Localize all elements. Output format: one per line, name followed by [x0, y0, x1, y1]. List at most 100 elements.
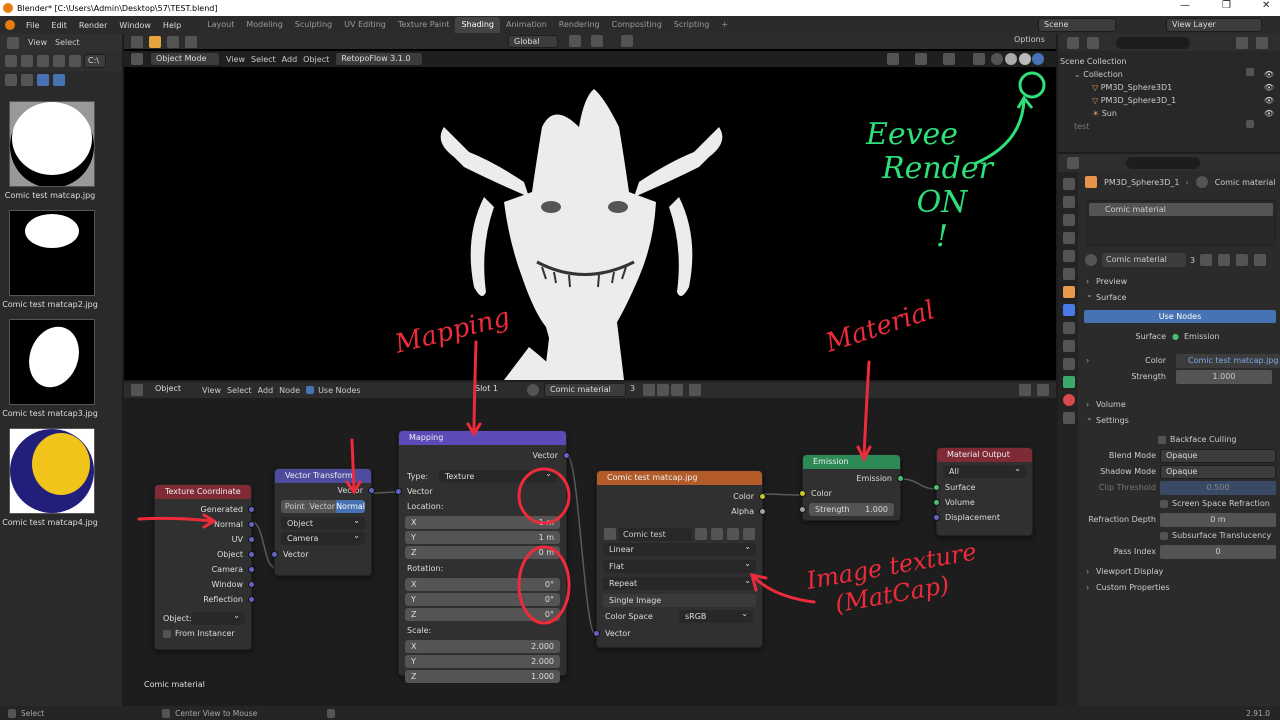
tab-animation[interactable]: Animation	[500, 17, 553, 33]
material-browse-icon[interactable]	[1085, 254, 1097, 266]
minimize-icon[interactable]: —	[1180, 0, 1190, 11]
surface-shader-field[interactable]: Emission	[1184, 329, 1220, 345]
tab-rendering[interactable]: Rendering	[553, 17, 606, 33]
outliner-item-collection[interactable]: ⌄ Collection 👁	[1060, 68, 1280, 81]
backface-culling-checkbox[interactable]	[1158, 435, 1166, 444]
tab-layout[interactable]: Layout	[201, 17, 240, 33]
scene-tab-icon[interactable]	[1063, 250, 1075, 262]
blender-menu-icon[interactable]	[5, 20, 15, 30]
vp-menu-select[interactable]: Select	[251, 55, 276, 64]
tab-uv-editing[interactable]: UV Editing	[338, 17, 392, 33]
retopoflow-button[interactable]: RetopoFlow 3.1.0	[335, 52, 424, 66]
section-settings[interactable]: Settings	[1080, 410, 1280, 429]
outliner-item-object[interactable]: ▽ PM3D_Sphere3D1 👁	[1060, 81, 1280, 94]
view-layer-tab-icon[interactable]	[1063, 232, 1075, 244]
clip-threshold-field[interactable]: 0.500	[1160, 481, 1276, 495]
section-volume[interactable]: Volume	[1080, 397, 1280, 413]
select-mode-icon[interactable]	[185, 35, 197, 48]
output-tab-icon[interactable]	[1063, 214, 1075, 226]
mode-icon[interactable]	[131, 53, 143, 65]
menu-file[interactable]: File	[20, 21, 45, 30]
filter-icon[interactable]	[53, 74, 65, 86]
editor-type-icon[interactable]	[1067, 36, 1079, 49]
forward-arrow-icon[interactable]	[21, 55, 33, 67]
snap-icon[interactable]	[591, 35, 603, 47]
fake-user-icon[interactable]	[1200, 254, 1213, 266]
use-nodes-button[interactable]: Use Nodes	[1084, 310, 1276, 323]
eye-icon[interactable]: 👁	[1264, 94, 1274, 107]
mode-dropdown[interactable]: Object Mode	[150, 52, 220, 66]
vp-menu-object[interactable]: Object	[303, 55, 329, 64]
editor-type-icon[interactable]	[7, 36, 19, 49]
thumbnail-matcap-1[interactable]	[9, 101, 95, 187]
section-surface[interactable]: Surface	[1080, 287, 1280, 306]
add-workspace-icon[interactable]: +	[715, 17, 734, 33]
browse-link-icon[interactable]	[1254, 254, 1267, 266]
tool-tab-icon[interactable]	[1063, 178, 1075, 190]
outliner-item-collection[interactable]: test	[1060, 120, 1280, 133]
section-custom-properties[interactable]: Custom Properties	[1080, 580, 1280, 596]
vp-menu-add[interactable]: Add	[282, 55, 298, 64]
parent-dir-icon[interactable]	[37, 55, 49, 67]
modifier-tab-icon[interactable]	[1063, 304, 1075, 316]
vp-menu-view[interactable]: View	[226, 55, 245, 64]
tab-texture-paint[interactable]: Texture Paint	[392, 17, 456, 33]
search-icon[interactable]	[5, 74, 17, 86]
shadow-mode-dropdown[interactable]: Opaque	[1160, 465, 1276, 479]
blend-mode-dropdown[interactable]: Opaque	[1160, 449, 1276, 463]
menu-window[interactable]: Window	[113, 21, 157, 30]
outliner-search-input[interactable]	[1116, 36, 1190, 49]
maximize-icon[interactable]: ❐	[1222, 0, 1231, 11]
data-tab-icon[interactable]	[1063, 376, 1075, 388]
refraction-depth-field[interactable]: 0 m	[1160, 513, 1276, 527]
material-name-field[interactable]: Comic material	[1102, 253, 1186, 267]
section-viewport-display[interactable]: Viewport Display	[1080, 564, 1280, 580]
menu-edit[interactable]: Edit	[45, 21, 73, 30]
proportional-icon[interactable]	[621, 35, 633, 47]
filter-icon[interactable]	[1236, 36, 1248, 49]
ssr-checkbox[interactable]	[1160, 499, 1168, 508]
expand-icon[interactable]: ›	[1086, 353, 1089, 369]
duplicate-icon[interactable]	[1218, 254, 1231, 266]
object-tab-icon[interactable]	[1063, 286, 1075, 298]
sss-checkbox[interactable]	[1160, 531, 1168, 540]
color-texture-field[interactable]: Comic test matcap.jpg	[1176, 354, 1280, 368]
menu-help[interactable]: Help	[157, 21, 187, 30]
back-arrow-icon[interactable]	[5, 55, 17, 67]
particles-tab-icon[interactable]	[1063, 322, 1075, 334]
properties-search-input[interactable]	[1126, 156, 1200, 169]
constraints-tab-icon[interactable]	[1063, 358, 1075, 370]
display-mode-icon[interactable]	[1087, 36, 1099, 49]
strength-field[interactable]: 1.000	[1176, 370, 1272, 384]
eye-icon[interactable]: 👁	[1264, 107, 1274, 120]
select-box-icon[interactable]	[149, 35, 161, 48]
node-editor[interactable]: Object View Select Add Node Use Nodes Sl…	[124, 295, 1056, 706]
new-collection-icon[interactable]	[1256, 36, 1268, 49]
material-tab-icon[interactable]	[1063, 394, 1075, 406]
physics-tab-icon[interactable]	[1063, 340, 1075, 352]
unlink-icon[interactable]	[1236, 254, 1249, 266]
tab-sculpting[interactable]: Sculpting	[289, 17, 338, 33]
pivot-icon[interactable]	[569, 35, 581, 47]
render-tab-icon[interactable]	[1063, 196, 1075, 208]
thumbnail-matcap-2[interactable]	[9, 210, 95, 296]
outliner-item-object[interactable]: ▽ PM3D_Sphere3D_1 👁	[1060, 94, 1280, 107]
thumbnail-matcap-3[interactable]	[9, 319, 95, 405]
outliner-item-scene-collection[interactable]: Scene Collection	[1060, 55, 1280, 68]
outliner-item-object[interactable]: ☀ Sun 👁	[1060, 107, 1280, 120]
list-view-icon[interactable]	[21, 74, 33, 86]
refresh-icon[interactable]	[53, 55, 65, 67]
pass-index-field[interactable]: 0	[1160, 545, 1276, 559]
close-icon[interactable]: ✕	[1262, 0, 1270, 11]
eye-icon[interactable]: 👁	[1264, 68, 1274, 81]
thumbnail-view-icon[interactable]	[37, 74, 49, 86]
tab-scripting[interactable]: Scripting	[668, 17, 716, 33]
menu-render[interactable]: Render	[73, 21, 113, 30]
world-tab-icon[interactable]	[1063, 268, 1075, 280]
orientation-dropdown[interactable]: Global	[508, 35, 558, 48]
collection-checkbox[interactable]	[1246, 68, 1254, 76]
fb-menu-view[interactable]: View	[28, 38, 47, 47]
new-folder-icon[interactable]	[69, 55, 81, 67]
texture-tab-icon[interactable]	[1063, 412, 1075, 424]
eye-icon[interactable]: 👁	[1264, 81, 1274, 94]
